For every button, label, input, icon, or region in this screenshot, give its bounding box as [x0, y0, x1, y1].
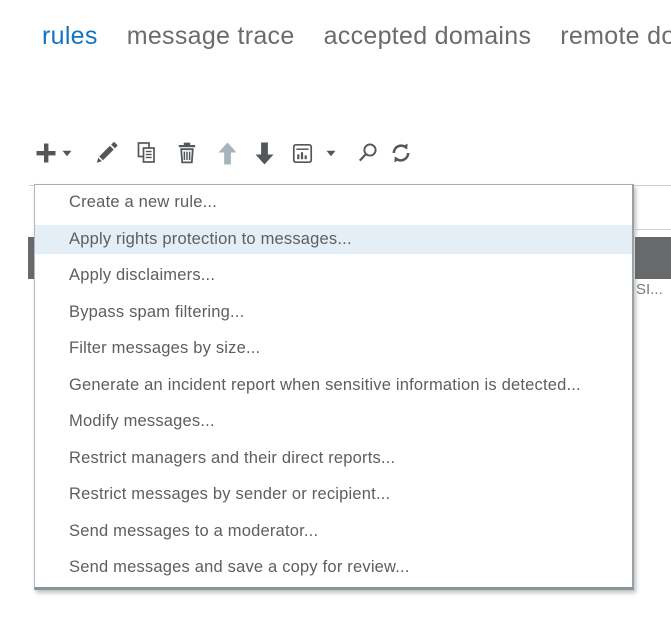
refresh-icon — [388, 140, 414, 166]
rules-list-header-right-sliver — [635, 237, 671, 279]
menu-item-restrict-messages-sender-recipient[interactable]: Restrict messages by sender or recipient… — [35, 477, 632, 514]
new-rule-dropdown-menu: Create a new rule... Apply rights protec… — [34, 184, 634, 590]
rules-toolbar — [35, 137, 414, 169]
tab-rules[interactable]: rules — [42, 22, 98, 56]
arrow-down-icon — [253, 141, 276, 166]
add-dropdown-button[interactable] — [62, 150, 72, 157]
edit-button[interactable] — [93, 140, 119, 166]
chevron-down-icon — [62, 150, 72, 157]
menu-item-apply-rights-protection[interactable]: Apply rights protection to messages... — [35, 222, 632, 259]
menu-item-send-messages-to-moderator[interactable]: Send messages to a moderator... — [35, 514, 632, 551]
move-down-button[interactable] — [253, 141, 276, 166]
menu-item-send-messages-save-copy[interactable]: Send messages and save a copy for review… — [35, 550, 632, 587]
menu-item-generate-incident-report[interactable]: Generate an incident report when sensiti… — [35, 368, 632, 405]
menu-item-bypass-spam-filtering[interactable]: Bypass spam filtering... — [35, 295, 632, 332]
search-button[interactable] — [355, 140, 381, 166]
pencil-icon — [93, 140, 119, 166]
rule-report-dropdown-button[interactable] — [326, 150, 336, 157]
rules-list-row-divider — [635, 229, 671, 230]
tab-bar: rules message trace accepted domains rem… — [42, 22, 671, 56]
copy-button[interactable] — [134, 140, 159, 166]
menu-item-restrict-managers-direct-reports[interactable]: Restrict managers and their direct repor… — [35, 441, 632, 478]
rule-report-button[interactable] — [290, 141, 315, 166]
copy-icon — [134, 140, 159, 166]
delete-button[interactable] — [175, 140, 199, 166]
menu-item-modify-messages[interactable]: Modify messages... — [35, 404, 632, 441]
move-up-button[interactable] — [216, 141, 239, 166]
search-icon — [355, 140, 381, 166]
tab-accepted-domains[interactable]: accepted domains — [324, 22, 532, 56]
menu-item-apply-disclaimers[interactable]: Apply disclaimers... — [35, 258, 632, 295]
plus-icon — [35, 142, 57, 164]
chevron-down-icon — [326, 150, 336, 157]
add-button[interactable] — [35, 142, 57, 164]
arrow-up-icon — [216, 141, 239, 166]
bar-chart-box-icon — [290, 141, 315, 166]
tab-message-trace[interactable]: message trace — [127, 22, 295, 56]
refresh-button[interactable] — [388, 140, 414, 166]
tab-remote-domains[interactable]: remote domains — [560, 22, 671, 56]
new-rule-menu-list: Create a new rule... Apply rights protec… — [35, 185, 632, 587]
rules-list-truncated-cell: SI... — [636, 281, 670, 298]
menu-item-create-new-rule[interactable]: Create a new rule... — [35, 185, 632, 222]
menu-item-filter-messages-by-size[interactable]: Filter messages by size... — [35, 331, 632, 368]
trash-icon — [175, 140, 199, 166]
